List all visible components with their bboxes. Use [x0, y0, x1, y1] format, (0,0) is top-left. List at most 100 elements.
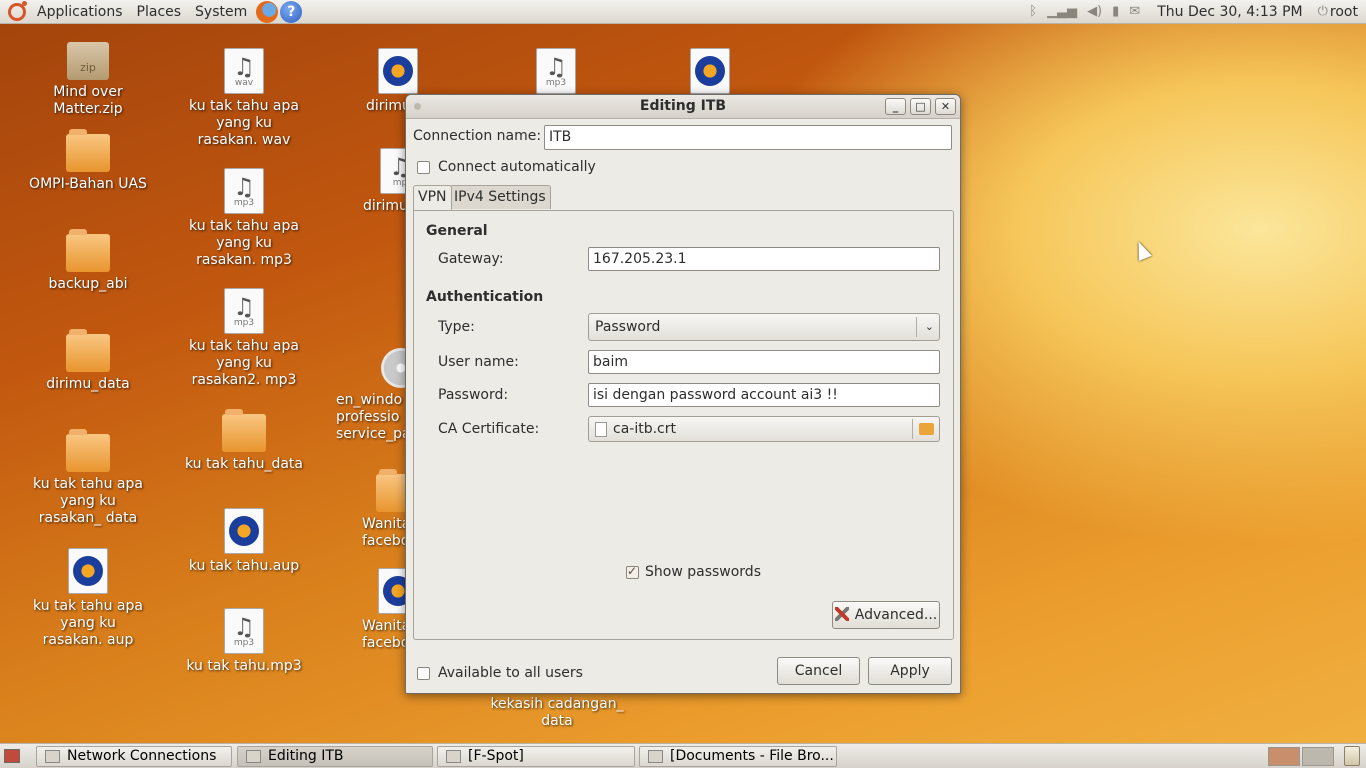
gateway-label: Gateway:: [438, 251, 504, 267]
menu-system[interactable]: System: [188, 0, 254, 24]
cancel-button[interactable]: Cancel: [777, 657, 860, 685]
chevron-down-icon: ⌄: [924, 320, 934, 333]
network-connections-icon: [45, 750, 60, 763]
user-label[interactable]: root: [1330, 4, 1358, 20]
workspace-2[interactable]: [1302, 747, 1334, 766]
mouse-pointer-icon: [1132, 239, 1152, 261]
desktop-icon-audacity[interactable]: ku tak tahu.aup: [184, 508, 304, 575]
desktop-icon-audacity[interactable]: [690, 48, 730, 98]
dialog-titlebar[interactable]: Editing ITB _ □ ✕: [406, 95, 960, 119]
type-label: Type:: [438, 319, 475, 335]
connect-automatically-checkbox[interactable]: [417, 160, 430, 174]
audacity-file-icon: [690, 48, 730, 94]
ubuntu-logo-icon[interactable]: [8, 0, 27, 21]
show-passwords-label: Show passwords: [645, 564, 761, 580]
dialog-title: Editing ITB: [639, 98, 727, 114]
desktop-icon-folder[interactable]: ku tak tahu_data: [184, 409, 304, 473]
available-all-users-label: Available to all users: [438, 665, 583, 681]
system-tray: ᛒ ▁▃▅ ◀) ▮ ✉ Thu Dec 30, 4:13 PM ⏻ root: [1024, 0, 1366, 24]
audio-file-icon: ♫ mp3: [224, 608, 264, 654]
tools-icon: [834, 607, 849, 621]
apply-button[interactable]: Apply: [868, 657, 952, 685]
taskbar-item-network-connections[interactable]: Network Connections: [36, 746, 232, 767]
desktop-icon-disc[interactable]: en_windo professio service_pa: [336, 348, 421, 443]
desktop-icon-folder[interactable]: OMPI-Bahan UAS: [28, 129, 148, 193]
folder-icon: [66, 229, 110, 272]
firefox-icon[interactable]: [256, 0, 279, 23]
maximize-button[interactable]: □: [910, 98, 931, 115]
folder-icon: [66, 329, 110, 372]
ca-certificate-filename: ca-itb.crt: [613, 421, 676, 437]
desktop-icon-zip[interactable]: zip Mind over Matter.zip: [20, 42, 156, 118]
battery-icon[interactable]: ▮: [1112, 4, 1119, 19]
workspace-1[interactable]: [1268, 747, 1300, 766]
desktop-icon-folder[interactable]: kekasih cadangan_ data: [490, 696, 624, 730]
audacity-file-icon: [224, 508, 264, 554]
password-label: Password:: [438, 387, 509, 403]
desktop-icon-audio[interactable]: ♫ mp3 ku tak tahu apa yang ku rasakan2. m…: [180, 288, 308, 389]
connection-name-input[interactable]: ITB: [544, 125, 952, 150]
folder-icon: [222, 409, 266, 452]
show-passwords-checkbox[interactable]: [626, 564, 639, 579]
audacity-file-icon: [378, 48, 418, 94]
tab-ipv4-settings[interactable]: IPv4 Settings: [449, 185, 551, 209]
power-icon[interactable]: ⏻: [1318, 4, 1328, 19]
username-label: User name:: [438, 354, 519, 370]
audio-file-icon: ♫ wav: [224, 48, 264, 94]
editing-connection-dialog: Editing ITB _ □ ✕ Connection name: ITB C…: [405, 94, 961, 694]
clock[interactable]: Thu Dec 30, 4:13 PM: [1157, 4, 1302, 20]
taskbar-item-file-browser[interactable]: [Documents - File Bro...: [639, 746, 837, 767]
desktop-icon-folder[interactable]: ku tak tahu apa yang ku rasakan_ data: [28, 429, 148, 527]
menu-applications[interactable]: Applications: [30, 0, 130, 24]
window-menu-icon[interactable]: [414, 103, 421, 110]
show-passwords-row[interactable]: Show passwords: [626, 564, 761, 580]
tab-vpn[interactable]: VPN: [413, 185, 452, 210]
top-panel: Applications Places System ? ᛒ ▁▃▅ ◀) ▮ …: [0, 0, 1366, 24]
desktop-icon-audio[interactable]: ♫ wav ku tak tahu apa yang ku rasakan. wa…: [184, 48, 304, 149]
minimize-button[interactable]: _: [885, 98, 906, 115]
menu-places[interactable]: Places: [130, 0, 189, 24]
desktop-icon-folder[interactable]: dirimu_data: [38, 329, 138, 393]
audacity-file-icon: [68, 548, 108, 594]
desktop-icon-audio[interactable]: ♫ mp3 ku tak tahu apa yang ku rasakan. mp…: [184, 168, 304, 269]
gateway-input[interactable]: 167.205.23.1: [588, 247, 940, 271]
desktop-icon-folder[interactable]: backup_abi: [38, 229, 138, 293]
folder-icon: [919, 423, 934, 435]
bottom-panel: Network Connections Editing ITB [F-Spot]…: [0, 743, 1366, 768]
file-browser-icon: [648, 750, 663, 763]
password-input[interactable]: isi dengan password account ai3 !!: [588, 383, 940, 407]
folder-icon: [66, 429, 110, 472]
advanced-button[interactable]: Advanced...: [832, 601, 940, 629]
volume-icon[interactable]: ◀): [1087, 4, 1102, 19]
audio-file-icon: ♫ mp3: [536, 48, 576, 94]
ca-certificate-chooser[interactable]: ca-itb.crt: [588, 416, 940, 442]
zip-archive-icon: zip: [67, 42, 109, 80]
audio-file-icon: ♫ mp3: [224, 288, 264, 334]
taskbar-item-editing-itb[interactable]: Editing ITB: [237, 746, 433, 767]
available-all-users-checkbox[interactable]: [417, 666, 430, 680]
connect-automatically-row[interactable]: Connect automatically: [417, 159, 596, 175]
desktop-icon-audacity[interactable]: ku tak tahu apa yang ku rasakan. aup: [28, 548, 148, 649]
username-input[interactable]: baim: [588, 350, 940, 374]
authentication-heading: Authentication: [426, 289, 544, 305]
ca-certificate-label: CA Certificate:: [438, 421, 540, 437]
desktop-icon-audio[interactable]: ♫ mp3 ku tak tahu.mp3: [184, 608, 304, 675]
connection-name-label: Connection name:: [413, 128, 542, 144]
mail-icon[interactable]: ✉: [1129, 4, 1140, 19]
f-spot-icon: [446, 750, 461, 763]
trash-icon[interactable]: [1344, 746, 1360, 766]
available-all-users-row[interactable]: Available to all users: [417, 665, 583, 681]
close-button[interactable]: ✕: [935, 98, 956, 115]
auth-type-value: Password: [595, 319, 661, 335]
connect-automatically-label: Connect automatically: [438, 159, 596, 175]
help-icon[interactable]: ?: [280, 0, 303, 23]
vpn-tab-panel: General Gateway: 167.205.23.1 Authentica…: [413, 210, 954, 640]
file-icon: [595, 422, 607, 437]
show-desktop-icon[interactable]: [4, 749, 20, 763]
desktop-icon-audio[interactable]: ♫ mp3: [536, 48, 576, 98]
folder-icon: [66, 129, 110, 172]
network-signal-icon[interactable]: ▁▃▅: [1047, 4, 1077, 19]
auth-type-select[interactable]: Password ⌄: [588, 313, 940, 341]
bluetooth-icon[interactable]: ᛒ: [1029, 4, 1037, 19]
taskbar-item-f-spot[interactable]: [F-Spot]: [437, 746, 635, 767]
